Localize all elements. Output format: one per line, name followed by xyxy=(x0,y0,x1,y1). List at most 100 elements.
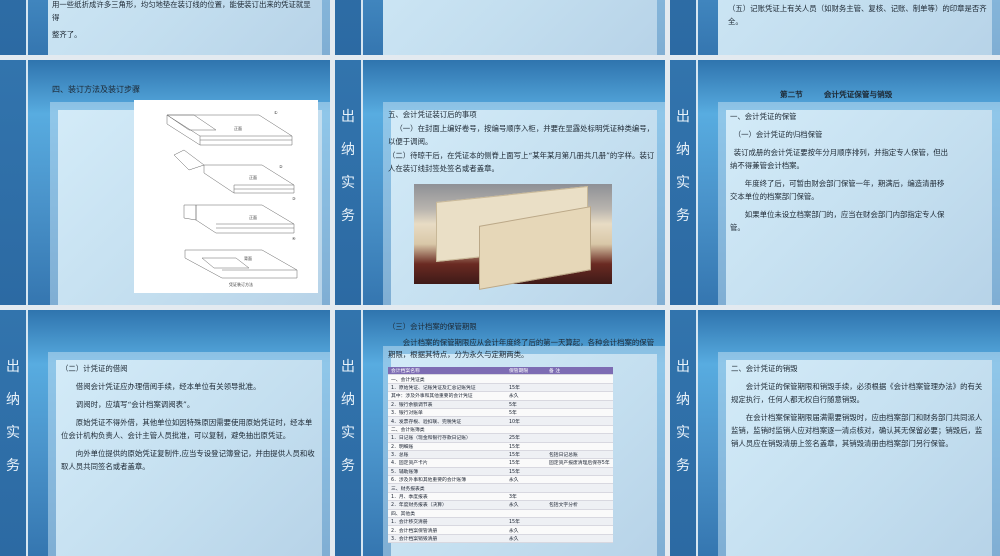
paragraph: 如果单位未设立档案部门的，应当在财会部门内部指定专人保管。 xyxy=(730,210,945,232)
slide-thumbnail-8[interactable]: 出纳实务 （三）会计档案的保管期限 会计档案的保管期限应从会计年度终了后的第一天… xyxy=(335,310,665,556)
content-panel xyxy=(383,0,665,55)
table-row: 1．日记账（现金和银行存款日记账） 25年 xyxy=(388,433,613,443)
table-row: 3．总账 15年 包括日记总账 xyxy=(388,450,613,460)
table-cell: 2．会计档案保管清册 xyxy=(388,525,506,535)
table-row: 三、财务报表类 xyxy=(388,483,613,493)
subheading: 一、会计凭证的保管 xyxy=(730,112,797,121)
retention-period-table: 会计档案名称 保管期限备 注一、会计凭证类 1．原始凭证、记账凭证及汇总记账凭证 15… xyxy=(388,367,613,544)
content-panel-inner xyxy=(383,0,657,55)
table-cell: 1．日记账（现金和银行存款日记账） xyxy=(388,433,506,443)
table-cell xyxy=(546,400,613,409)
table-row: 其中：涉及外事和其他重要的会计凭证 永久 xyxy=(388,391,613,401)
table-cell: 包括文字分析 xyxy=(546,500,613,510)
table-cell xyxy=(546,383,613,393)
section-heading: 第二节 会计凭证保管与销毁 xyxy=(780,90,893,99)
slide-thumbnail-1[interactable]: 用一些纸折成许多三角形，均匀地垫在装订线的位置，能使装订出来的凭证就显得 整齐了。 xyxy=(0,0,330,55)
table-row: 1．会计移交清册 15年 xyxy=(388,517,613,527)
table-row: 2．明细账 15年 xyxy=(388,442,613,451)
table-cell: 四、其他类 xyxy=(388,509,506,519)
table-cell xyxy=(546,517,613,527)
table-cell: 15年 xyxy=(506,458,546,468)
divider xyxy=(361,60,363,305)
table-row: 2．银行余额调节表 5年 xyxy=(388,400,613,409)
slide-thumbnail-3[interactable]: （五）记账凭证上有关人员（如财务主管、复核、记账、制单等）的印章是否齐全。 xyxy=(670,0,1000,55)
table-cell xyxy=(546,525,613,535)
column-header: 会计档案名称 xyxy=(388,367,506,376)
table-cell xyxy=(546,416,613,426)
subheading: （二）计凭证的借阅 xyxy=(61,364,128,373)
divider xyxy=(696,60,698,305)
vertical-title: 出纳实务 xyxy=(674,356,692,488)
diagram-label: 正面 xyxy=(249,215,257,220)
table-header-row: 会计档案名称 保管期限备 注 xyxy=(388,367,613,376)
divider xyxy=(26,60,28,305)
title-char: 实 xyxy=(341,425,355,441)
table-cell: 三、财务报表类 xyxy=(388,483,506,493)
table-cell: 2．年度财务报表（决算） xyxy=(388,500,506,510)
paragraph: （一）在封面上编好卷号，按编号顺序入柜，并要在显露处标明凭证种类编号，以便于调阅… xyxy=(388,123,655,147)
title-char: 务 xyxy=(676,208,690,224)
slide-thumbnail-6[interactable]: 出纳实务 第二节 会计凭证保管与销毁 一、会计凭证的保管 （一）会计凭证的归档保… xyxy=(670,60,1000,305)
table-cell: 4．发票存根、验扣联、完税凭证 xyxy=(388,416,506,426)
paragraph: 会计档案的保管期限应从会计年度终了后的第一天算起，各种会计档案的保管期限，根据其… xyxy=(388,338,655,359)
slide-text: （五）记账凭证上有关人员（如财务主管、复核、记账、制单等）的印章是否齐全。 xyxy=(728,4,987,26)
title-char: 务 xyxy=(341,208,355,224)
table-cell: 15年 xyxy=(506,383,546,393)
table-cell xyxy=(506,374,546,384)
slide-thumbnail-5[interactable]: 出纳实务 五、会计凭证装订后的事项 （一）在封面上编好卷号，按编号顺序入柜，并要… xyxy=(335,60,665,305)
title-char: 出 xyxy=(341,109,355,125)
slide-text: （二）计凭证的借阅 借阅会计凭证应办理借阅手续，经本单位有关领导批准。 调阅时，… xyxy=(61,362,318,473)
table-row: 4．固定资产卡片 15年 固定资产报废清理后保存5年 xyxy=(388,458,613,468)
paragraph: 原始凭证不得外借，其他单位如因特殊原因需要使用原始凭证时，经本单位会计机构负责人… xyxy=(61,418,313,440)
title-char: 实 xyxy=(676,175,690,191)
slide-thumbnail-7[interactable]: 出纳实务 （二）计凭证的借阅 借阅会计凭证应办理借阅手续，经本单位有关领导批准。… xyxy=(0,310,330,556)
title-char: 纳 xyxy=(676,392,690,408)
table-cell: 包括日记总账 xyxy=(546,450,613,460)
table-cell: 3年 xyxy=(506,492,546,502)
table-row: 二、会计账簿类 xyxy=(388,425,613,435)
subheading: （一）会计凭证的归档保管 xyxy=(733,130,823,139)
slide-thumbnail-4[interactable]: 四、装订方法及装订步骤 正面 正面 正面 背面 凭证装订方法 ① ② ③ ④ xyxy=(0,60,330,305)
side-band xyxy=(0,60,26,305)
table-cell: 1．原始凭证、记账凭证及汇总记账凭证 xyxy=(388,383,506,393)
table-cell: 3．总账 xyxy=(388,450,506,460)
table-cell xyxy=(546,483,613,493)
table-cell: 15年 xyxy=(506,450,546,460)
table-cell xyxy=(546,433,613,443)
divider xyxy=(361,0,363,55)
table-cell: 永久 xyxy=(506,500,546,510)
title-char: 纳 xyxy=(676,142,690,158)
slide-thumbnail-9[interactable]: 出纳实务 二、会计凭证的销毁 会计凭证的保管期限和销毁手续，必须根据《会计档案管… xyxy=(670,310,1000,556)
table-cell: 4．固定资产卡片 xyxy=(388,458,506,468)
table-row: 3．会计档案销毁清册 永久 xyxy=(388,534,613,544)
diagram-label: 正面 xyxy=(234,126,242,131)
table-row: 1．月、季度报表 3年 xyxy=(388,492,613,502)
table-cell: 2．明细账 xyxy=(388,442,506,451)
column-header: 备 注 xyxy=(546,367,613,376)
table-cell: 5．辅助账簿 xyxy=(388,467,506,477)
table-cell: 15年 xyxy=(506,467,546,477)
title-char: 出 xyxy=(676,109,690,125)
table-cell xyxy=(546,534,613,544)
table-row: 一、会计凭证类 xyxy=(388,374,613,384)
table-cell: 永久 xyxy=(506,391,546,401)
table-cell xyxy=(546,509,613,519)
title-char: 务 xyxy=(676,458,690,474)
slide-thumbnail-2[interactable] xyxy=(335,0,665,55)
step-number: ③ xyxy=(292,196,296,201)
divider xyxy=(361,310,363,556)
divider xyxy=(696,310,698,556)
slide-text: 用一些纸折成许多三角形，均匀地垫在装订线的位置，能使装订出来的凭证就显得 整齐了。 xyxy=(52,0,311,39)
diagram-label: 凭证装订方法 xyxy=(229,281,253,287)
vertical-title: 出纳实务 xyxy=(339,106,357,238)
table-row: 3．银行对账单 5年 xyxy=(388,408,613,418)
side-band xyxy=(670,0,696,55)
table-cell: 3．银行对账单 xyxy=(388,408,506,418)
table-cell: 永久 xyxy=(506,475,546,485)
slide-text: 二、会计凭证的销毁 会计凭证的保管期限和销毁手续，必须根据《会计档案管理办法》的… xyxy=(731,362,988,450)
table-row: 6．涉及外事和其他重要的会计账簿 永久 xyxy=(388,475,613,485)
table-cell xyxy=(546,467,613,477)
diagram-label: 正面 xyxy=(249,175,257,180)
title-char: 务 xyxy=(6,458,20,474)
subheading: 二、会计凭证的销毁 xyxy=(731,364,798,373)
